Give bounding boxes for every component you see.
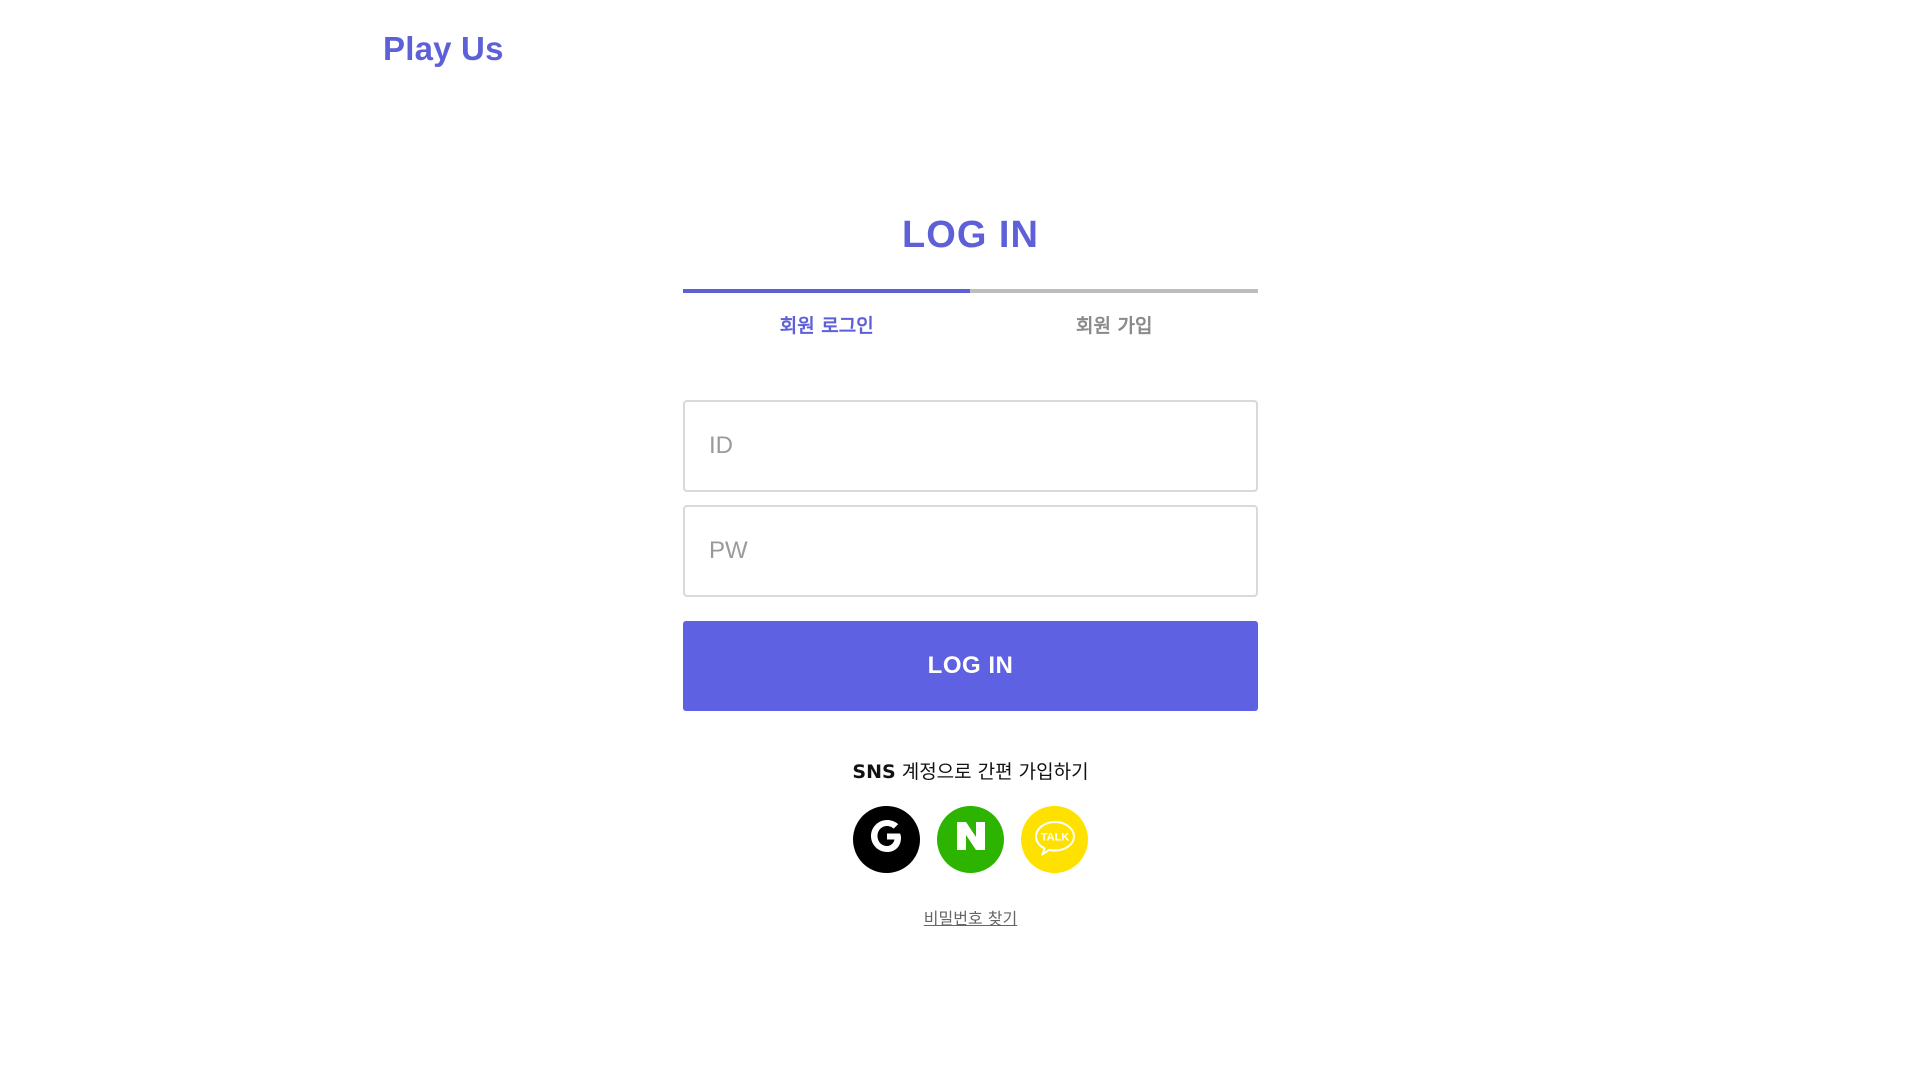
page-title: LOG IN	[902, 214, 1039, 256]
kakao-talk-text: TALK	[1040, 831, 1069, 843]
password-input[interactable]	[683, 505, 1258, 597]
site-logo[interactable]: Play Us	[383, 30, 504, 68]
login-panel: LOG IN 회원 로그인 회원 가입 LOG IN SNS 계정으로 간편 가…	[683, 210, 1258, 929]
sns-caption-prefix: SNS	[852, 761, 896, 783]
naver-icon	[951, 816, 991, 864]
sns-caption-text: 계정으로 간편 가입하기	[895, 761, 1089, 783]
google-login-button[interactable]	[853, 806, 920, 873]
login-page: Play Us LOG IN 회원 로그인 회원 가입 LOG IN SNS 계…	[0, 0, 1920, 1080]
tab-member-login[interactable]: 회원 로그인	[683, 289, 971, 349]
sns-login-row: TALK	[683, 806, 1258, 873]
naver-login-button[interactable]	[937, 806, 1004, 873]
tab-member-signup[interactable]: 회원 가입	[971, 289, 1259, 349]
sns-caption: SNS 계정으로 간편 가입하기	[683, 757, 1258, 784]
login-button[interactable]: LOG IN	[683, 621, 1258, 711]
id-input[interactable]	[683, 400, 1258, 492]
kakaotalk-icon: TALK	[1032, 818, 1078, 862]
google-icon	[865, 814, 909, 865]
login-tabs: 회원 로그인 회원 가입	[683, 289, 1258, 349]
kakao-login-button[interactable]: TALK	[1021, 806, 1088, 873]
tab-active-indicator	[683, 289, 970, 293]
find-password-link[interactable]: 비밀번호 찾기	[683, 905, 1258, 929]
